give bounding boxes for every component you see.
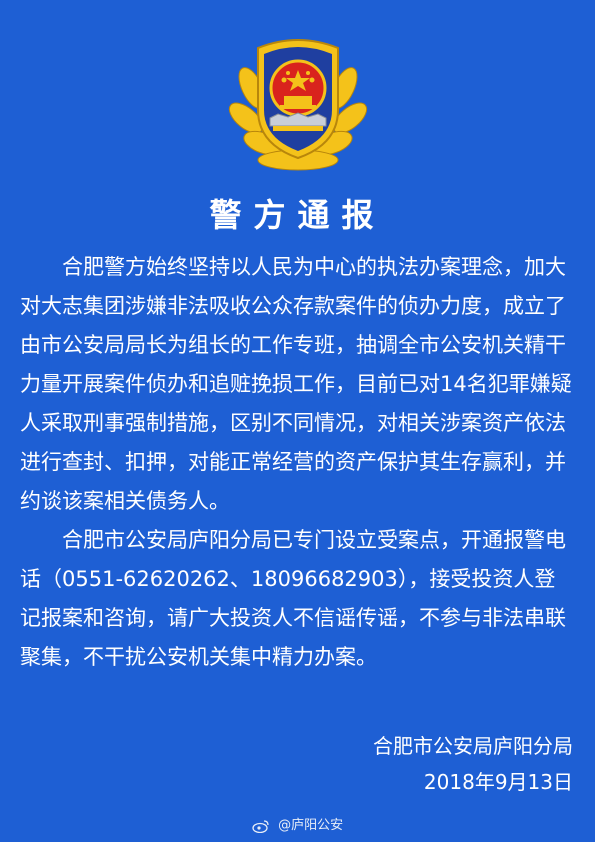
issuer: 合肥市公安局庐阳分局 xyxy=(373,734,573,758)
paragraph-1-text: 合肥警方始终坚持以人民为中心的执法办案理念，加大对大志集团涉嫌非法吸收公众存款案… xyxy=(20,255,572,513)
gate-building xyxy=(284,96,312,105)
police-emblem xyxy=(228,39,368,171)
paragraph-2-text: 合肥市公安局庐阳分局已专门设立受案点，开通报警电话（0551-62620262、… xyxy=(20,528,566,669)
notice-paragraph-2: 合肥市公安局庐阳分局已专门设立受案点，开通报警电话（0551-62620262、… xyxy=(20,521,575,677)
notice-paragraph-1: 合肥警方始终坚持以人民为中心的执法办案理念，加大对大志集团涉嫌非法吸收公众存款案… xyxy=(20,248,575,521)
weibo-watermark: @庐阳公安 xyxy=(0,814,595,833)
signature-block: 合肥市公安局庐阳分局 2018年9月13日 xyxy=(373,728,573,800)
weibo-icon xyxy=(252,819,269,833)
issue-date: 2018年9月13日 xyxy=(423,770,573,794)
notice-title: 警方通报 xyxy=(209,196,386,234)
watermark-text: @庐阳公安 xyxy=(278,818,344,833)
notice-body: 合肥警方始终坚持以人民为中心的执法办案理念，加大对大志集团涉嫌非法吸收公众存款案… xyxy=(20,248,575,677)
great-wall xyxy=(269,112,327,127)
